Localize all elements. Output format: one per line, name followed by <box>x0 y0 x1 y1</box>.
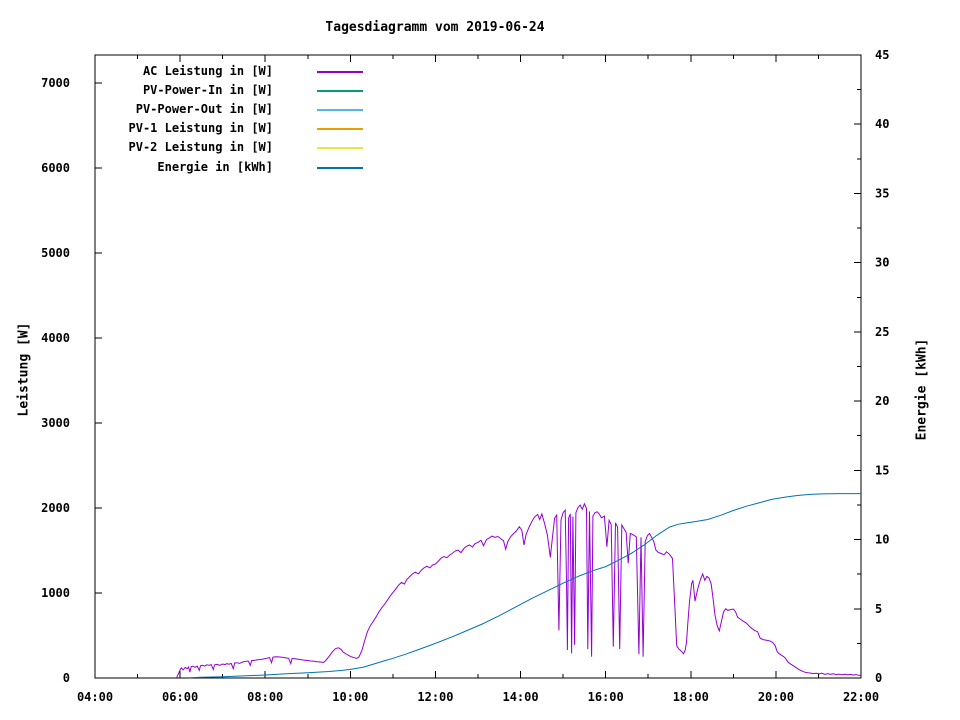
legend-label: PV-Power-Out in [W] <box>135 101 273 116</box>
svg-text:06:00: 06:00 <box>162 690 198 704</box>
svg-text:40: 40 <box>875 117 889 131</box>
legend-label: PV-1 Leistung in [W] <box>128 121 274 136</box>
svg-text:4000: 4000 <box>41 331 70 345</box>
svg-text:0: 0 <box>63 671 70 685</box>
svg-text:2000: 2000 <box>41 501 70 515</box>
svg-text:18:00: 18:00 <box>673 690 709 704</box>
svg-text:08:00: 08:00 <box>247 690 283 704</box>
legend-label: Energie in [kWh] <box>157 159 273 174</box>
svg-text:30: 30 <box>875 256 889 270</box>
legend-line-sample <box>317 166 363 169</box>
series-ac-leistung-in-w- <box>176 502 862 678</box>
svg-text:25: 25 <box>875 325 889 339</box>
svg-text:10:00: 10:00 <box>332 690 368 704</box>
svg-text:12:00: 12:00 <box>417 690 453 704</box>
legend-line-sample <box>317 108 363 111</box>
legend-label: PV-Power-In in [W] <box>142 82 273 97</box>
svg-text:5: 5 <box>875 602 882 616</box>
svg-text:20:00: 20:00 <box>758 690 794 704</box>
chart-screenshot: Tagesdiagramm vom 2019-06-24 Leistung [W… <box>0 0 960 720</box>
svg-text:0: 0 <box>875 671 882 685</box>
legend-line-sample <box>317 70 363 73</box>
legend-line-sample <box>317 128 363 131</box>
svg-text:35: 35 <box>875 186 889 200</box>
svg-text:10: 10 <box>875 533 889 547</box>
svg-text:20: 20 <box>875 394 889 408</box>
svg-text:15: 15 <box>875 463 889 477</box>
svg-text:22:00: 22:00 <box>843 690 879 704</box>
legend-label: AC Leistung in [W] <box>142 63 273 78</box>
svg-text:04:00: 04:00 <box>77 690 113 704</box>
data-series-curves <box>176 493 862 679</box>
svg-text:14:00: 14:00 <box>502 690 538 704</box>
series-energie-in-kwh- <box>188 493 861 679</box>
svg-text:5000: 5000 <box>41 246 70 260</box>
svg-text:1000: 1000 <box>41 586 70 600</box>
legend-line-sample <box>317 147 363 150</box>
legend-line-sample <box>317 89 363 92</box>
svg-text:16:00: 16:00 <box>588 690 624 704</box>
svg-text:3000: 3000 <box>41 416 70 430</box>
legend-label: PV-2 Leistung in [W] <box>128 140 274 155</box>
svg-text:45: 45 <box>875 48 889 62</box>
